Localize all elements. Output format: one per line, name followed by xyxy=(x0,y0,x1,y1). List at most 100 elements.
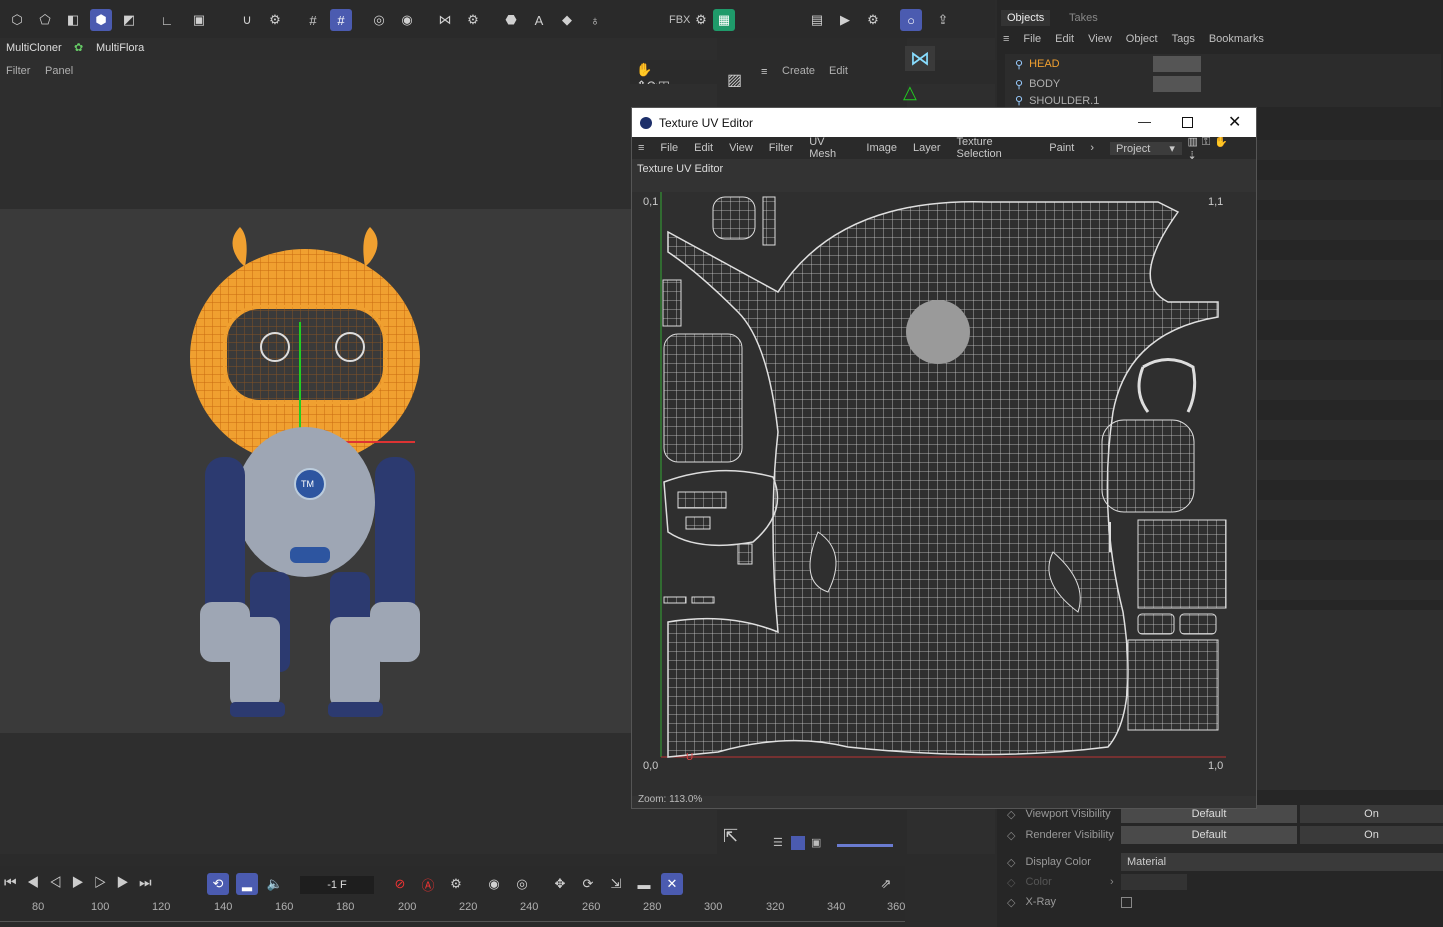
timeline-expand-icon[interactable]: ⇗ xyxy=(875,873,897,895)
transport-controls[interactable]: ⏮◀◁▶▷▶⏭ xyxy=(4,874,162,891)
key-settings-icon[interactable]: ⚙ xyxy=(445,873,467,895)
uv-menu-edit[interactable]: Edit xyxy=(694,142,713,154)
tab-multicloner[interactable]: MultiCloner xyxy=(6,42,62,54)
motion-icon[interactable]: ◎ xyxy=(511,873,533,895)
fbx-label[interactable]: FBX xyxy=(669,14,690,26)
loop-icon[interactable]: ⟲ xyxy=(207,873,229,895)
robot-model[interactable] xyxy=(180,222,440,722)
color-swatch[interactable] xyxy=(1121,874,1187,890)
record-icon[interactable]: ⊘ xyxy=(389,873,411,895)
uv-menu-paint[interactable]: Paint xyxy=(1049,142,1074,154)
tab-objects[interactable]: Objects xyxy=(1001,10,1051,26)
points-mode-icon[interactable]: ⬠ xyxy=(34,9,56,31)
polygons-mode-icon[interactable]: ⬢ xyxy=(90,9,112,31)
render-settings-icon[interactable]: ⚙ xyxy=(862,9,884,31)
render-picture-icon[interactable]: ▶ xyxy=(834,9,856,31)
move-key-icon[interactable]: ✥ xyxy=(549,873,571,895)
uv-menu-texture-selection[interactable]: Texture Selection xyxy=(957,136,1034,160)
attr-state[interactable]: On xyxy=(1300,805,1443,823)
attr-state[interactable]: On xyxy=(1300,826,1443,844)
solo-icon[interactable]: ▣ xyxy=(188,9,210,31)
list-view-icon[interactable]: ☰ xyxy=(773,836,783,849)
project-dropdown[interactable]: Project ▾ xyxy=(1110,141,1182,155)
xray-checkbox[interactable] xyxy=(1121,896,1132,908)
close-icon[interactable]: ✕ xyxy=(1228,112,1241,132)
keyframe-icon[interactable]: ◉ xyxy=(483,873,505,895)
menu-edit[interactable]: Edit xyxy=(1055,33,1074,45)
attr-dropdown[interactable]: Material xyxy=(1121,853,1443,871)
frame-field[interactable]: -1 F xyxy=(300,876,374,894)
uv-toolbar-icons[interactable]: ▥⚿✋⇣ xyxy=(1188,135,1240,162)
tag-icons[interactable] xyxy=(1153,76,1201,92)
fbx-settings-icon[interactable]: ⚙ xyxy=(690,9,712,31)
workplane-icon[interactable]: # xyxy=(330,9,352,31)
minimize-icon[interactable]: — xyxy=(1138,114,1151,129)
snap-settings-icon[interactable]: ⚙ xyxy=(264,9,286,31)
grid-view-icon[interactable] xyxy=(791,836,805,850)
object-row-body[interactable]: ⚲ BODY xyxy=(1005,74,1441,94)
uv-menu-view[interactable]: View xyxy=(729,142,753,154)
light-icon[interactable]: ♁ xyxy=(584,9,606,31)
render-view-icon[interactable]: ▤ xyxy=(806,9,828,31)
uv-menu-uvmesh[interactable]: UV Mesh xyxy=(809,136,850,160)
uv-menu-filter[interactable]: Filter xyxy=(769,142,793,154)
tab-multiflora[interactable]: MultiFlora xyxy=(96,42,144,54)
render-region-icon[interactable]: ◎ xyxy=(368,9,390,31)
magnet-icon[interactable]: ∪ xyxy=(236,9,258,31)
create-menu[interactable]: Create xyxy=(782,65,815,77)
grid-layout-icon[interactable]: ▦ xyxy=(713,9,735,31)
viewport-icon[interactable]: ⬣ xyxy=(500,9,522,31)
attr-xray[interactable]: ◇ X-Ray xyxy=(1005,892,1443,912)
uv-mesh[interactable] xyxy=(658,192,1228,762)
font-icon[interactable]: A xyxy=(528,9,550,31)
speaker-icon[interactable]: 🔈 xyxy=(264,873,286,895)
tab-takes[interactable]: Takes xyxy=(1069,12,1098,24)
object-row-shoulder[interactable]: ⚲ SHOULDER.1 xyxy=(1005,94,1441,107)
uv-menu-image[interactable]: Image xyxy=(866,142,897,154)
picture-icon[interactable]: ▨ xyxy=(727,70,742,90)
uv-window-titlebar[interactable]: Texture UV Editor — ✕ xyxy=(632,108,1256,137)
cube-icon[interactable]: ◆ xyxy=(556,9,578,31)
attr-dropdown[interactable]: Default xyxy=(1121,826,1297,844)
menu-view[interactable]: View xyxy=(1088,33,1112,45)
render-icon[interactable]: ◉ xyxy=(396,9,418,31)
uv-canvas[interactable]: 0,1 1,1 0,0 1,0 U xyxy=(632,192,1256,796)
hamburger-menu-icon[interactable]: ≡ xyxy=(638,142,644,154)
uv-menu-file[interactable]: File xyxy=(660,142,678,154)
butterfly-icon[interactable]: ⋈ xyxy=(905,46,935,71)
symmetry-settings-icon[interactable]: ⚙ xyxy=(462,9,484,31)
redshift-icon[interactable]: ○ xyxy=(900,9,922,31)
model-mode-icon[interactable]: ⬡ xyxy=(6,9,28,31)
resize-icon[interactable]: ⇱ xyxy=(723,826,738,847)
edges-mode-icon[interactable]: ◧ xyxy=(62,9,84,31)
hamburger-menu-icon[interactable]: ≡ xyxy=(1003,33,1009,45)
uv-mode-icon[interactable]: ◩ xyxy=(118,9,140,31)
grid-snap-icon[interactable]: # xyxy=(302,9,324,31)
object-row-head[interactable]: ⚲ HEAD ⁚ xyxy=(1005,54,1441,74)
maximize-icon[interactable] xyxy=(1182,117,1193,128)
autokey-icon[interactable]: Ⓐ xyxy=(417,873,439,895)
attr-renderer-visibility[interactable]: ◇ Renderer Visibility Default On xyxy=(1005,825,1443,845)
symmetry-icon[interactable]: ⋈ xyxy=(434,9,456,31)
tag-icons[interactable] xyxy=(1153,56,1201,72)
hamburger-icon[interactable]: ≡ xyxy=(761,66,767,78)
menu-file[interactable]: File xyxy=(1023,33,1041,45)
viewport-filter-menu[interactable]: Filter xyxy=(6,65,30,77)
menu-tags[interactable]: Tags xyxy=(1172,33,1195,45)
scale-key-icon[interactable]: ⇲ xyxy=(605,873,627,895)
size-slider[interactable] xyxy=(837,844,893,847)
attr-display-color[interactable]: ◇ Display Color Material xyxy=(1005,852,1443,872)
param-key-icon[interactable]: ▬ xyxy=(633,873,655,895)
axis-icon[interactable]: ∟ xyxy=(156,9,178,31)
rotate-key-icon[interactable]: ⟳ xyxy=(577,873,599,895)
expand-icon[interactable]: › xyxy=(1110,876,1114,888)
attr-color[interactable]: ◇ Color › xyxy=(1005,872,1443,892)
large-view-icon[interactable]: ▣ xyxy=(811,836,821,849)
uv-menu-layer[interactable]: Layer xyxy=(913,142,941,154)
audio-wave-icon[interactable]: ▂ xyxy=(236,873,258,895)
viewport-panel-menu[interactable]: Panel xyxy=(45,65,73,77)
menu-object[interactable]: Object xyxy=(1126,33,1158,45)
menu-bookmarks[interactable]: Bookmarks xyxy=(1209,33,1264,45)
pla-key-icon[interactable]: ✕ xyxy=(661,873,683,895)
edit-menu[interactable]: Edit xyxy=(829,65,848,77)
